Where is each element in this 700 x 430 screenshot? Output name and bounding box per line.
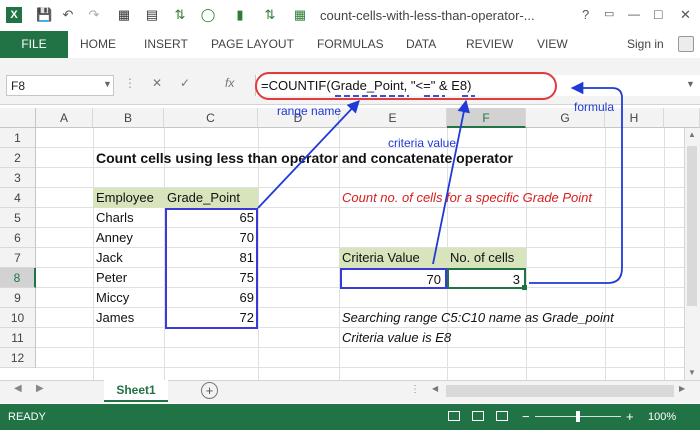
annotation-formula: formula — [574, 100, 615, 114]
zoom-level[interactable]: 100% — [648, 404, 676, 430]
annotation-arrows — [257, 81, 623, 284]
annotation-criteria-value: criteria value — [388, 136, 457, 150]
status-bar — [0, 404, 700, 430]
page-break-view-icon[interactable] — [496, 411, 508, 421]
tab-split-icon[interactable]: ⋮ — [410, 384, 420, 395]
annotation-range-name: range name — [277, 104, 342, 118]
zoom-slider-thumb[interactable] — [576, 411, 580, 422]
zoom-in-button[interactable]: + — [626, 404, 634, 430]
prev-sheet-icon[interactable]: ◀ — [14, 383, 22, 394]
scroll-left-icon[interactable]: ◀ — [432, 384, 438, 393]
horizontal-scroll-thumb[interactable] — [446, 385, 674, 397]
sheet1-tab[interactable]: Sheet1 — [104, 380, 168, 402]
zoom-out-button[interactable]: − — [522, 404, 530, 430]
new-sheet-button[interactable]: + — [201, 382, 218, 399]
page-layout-view-icon[interactable] — [472, 411, 484, 421]
scroll-up-icon[interactable]: ▲ — [688, 130, 696, 139]
vertical-scroll-thumb[interactable] — [687, 146, 697, 306]
scroll-right-icon[interactable]: ▶ — [679, 384, 685, 393]
next-sheet-icon[interactable]: ▶ — [36, 383, 44, 394]
scroll-down-icon[interactable]: ▼ — [688, 368, 696, 377]
normal-view-icon[interactable] — [448, 411, 460, 421]
status-ready: READY — [8, 411, 46, 423]
